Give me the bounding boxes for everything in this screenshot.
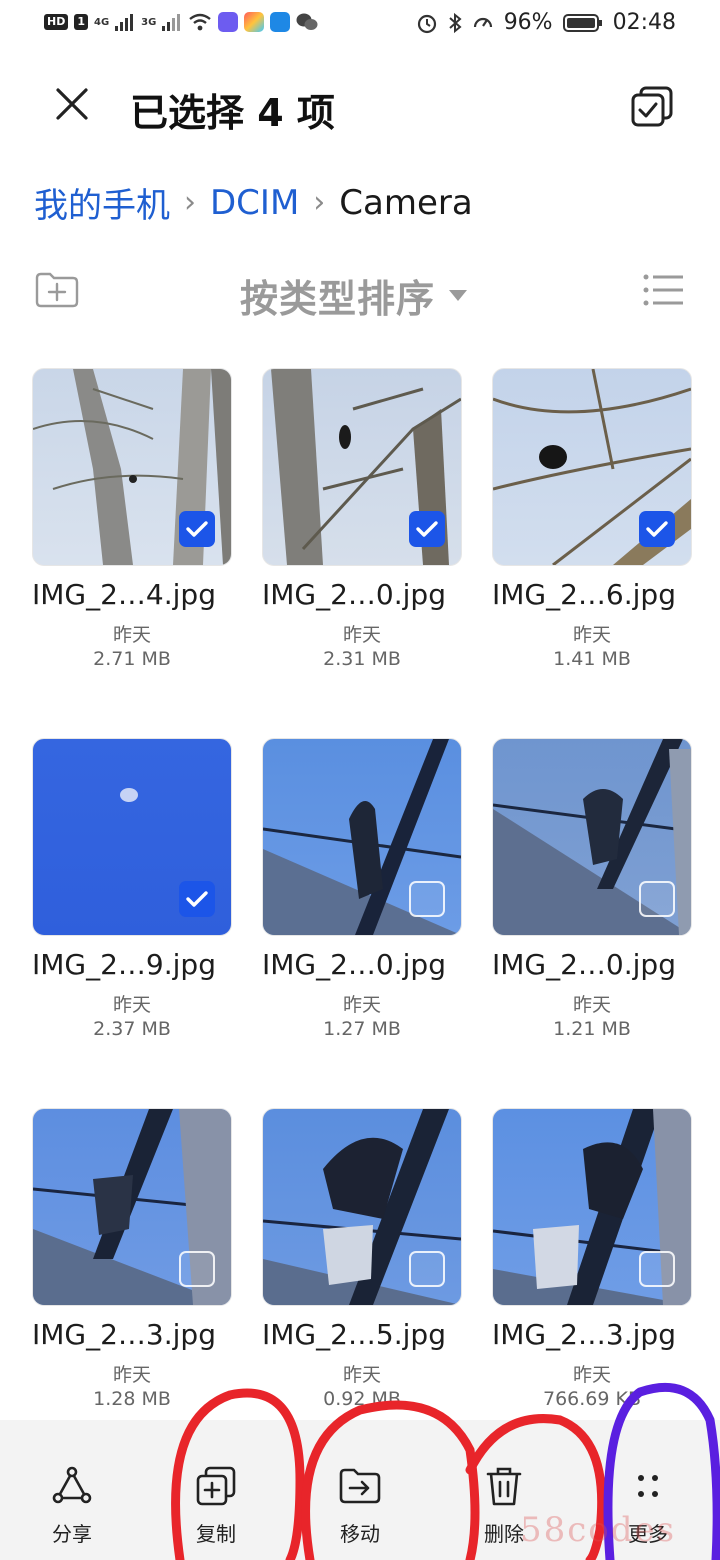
checkbox-unchecked[interactable] (409, 881, 445, 917)
photo-thumbnail[interactable] (32, 368, 232, 566)
file-size: 2.71 MB (93, 648, 171, 670)
more-icon (638, 1475, 658, 1497)
speed-icon (473, 17, 492, 27)
select-all-icon[interactable] (628, 82, 676, 130)
photo-thumbnail[interactable] (492, 368, 692, 566)
trash-icon (486, 1467, 522, 1506)
file-date: 昨天 (112, 994, 151, 1016)
chevron-right-icon: › (184, 185, 196, 220)
hd-indicator: HD (44, 14, 69, 30)
status-bar: HD 1 4G 3G 96% 02:48 (0, 0, 720, 52)
photo-thumbnail[interactable] (262, 1108, 462, 1306)
file-date: 昨天 (342, 994, 381, 1016)
file-date: 昨天 (112, 1364, 151, 1386)
file-size: 2.31 MB (323, 648, 401, 670)
status-left: HD 1 4G 3G (44, 12, 318, 32)
file-date: 昨天 (572, 624, 611, 646)
list-view-icon[interactable] (642, 272, 684, 308)
breadcrumb-dcim[interactable]: DCIM (210, 183, 299, 223)
status-right: 96% 02:48 (416, 10, 676, 35)
caret-down-icon (449, 290, 468, 301)
page-title: 已选择 4 项 (130, 91, 335, 135)
file-date: 昨天 (572, 1364, 611, 1386)
checkbox-unchecked[interactable] (639, 881, 675, 917)
photo-thumbnail[interactable] (492, 1108, 692, 1306)
network-4g-label: 4G (94, 16, 110, 28)
file-date: 昨天 (572, 994, 611, 1016)
wifi-icon (189, 13, 212, 31)
file-name: IMG_2…5.jpg (262, 1318, 446, 1351)
file-size: 0.92 MB (323, 1388, 401, 1410)
file-name: IMG_2…0.jpg (262, 948, 446, 981)
checkbox-checked[interactable] (179, 511, 215, 547)
gallery-app-icon (244, 12, 265, 32)
share-button[interactable]: 分享 (22, 1462, 122, 1547)
checkbox-checked[interactable] (179, 881, 215, 917)
file-name: IMG_2…3.jpg (492, 1318, 676, 1351)
file-size: 2.37 MB (93, 1018, 171, 1040)
file-name: IMG_2…4.jpg (32, 578, 216, 611)
chevron-right-icon: › (313, 185, 326, 220)
copy-icon (196, 1466, 236, 1506)
sort-dropdown[interactable]: 按类型排序 (240, 268, 468, 323)
battery-icon (562, 13, 602, 32)
sim-indicator: 1 (74, 14, 88, 30)
move-label: 移动 (340, 1522, 380, 1546)
file-name: IMG_2…0.jpg (262, 578, 446, 611)
check-icon (186, 891, 208, 907)
file-date: 昨天 (342, 624, 381, 646)
file-size: 1.21 MB (553, 1018, 631, 1040)
music-app-icon (218, 12, 239, 32)
share-icon (52, 1466, 92, 1504)
tips-app-icon (270, 12, 291, 32)
signal-icon (162, 14, 181, 31)
file-name: IMG_2…3.jpg (32, 1318, 216, 1351)
breadcrumb-camera: Camera (339, 182, 473, 223)
alarm-icon (417, 14, 436, 33)
close-icon[interactable] (48, 80, 96, 128)
move-button[interactable]: 移动 (310, 1462, 410, 1547)
wechat-icon (296, 13, 318, 30)
file-name: IMG_2…0.jpg (492, 948, 676, 981)
watermark-text: 58codes (520, 1510, 677, 1550)
check-icon (416, 521, 438, 537)
checkbox-unchecked[interactable] (639, 1251, 675, 1287)
checkbox-checked[interactable] (409, 511, 445, 547)
photo-thumbnail[interactable] (262, 738, 462, 936)
checkbox-unchecked[interactable] (409, 1251, 445, 1287)
signal-icon (115, 14, 134, 31)
photo-thumbnail[interactable] (492, 738, 692, 936)
clock: 02:48 (612, 10, 676, 35)
checkbox-unchecked[interactable] (179, 1251, 215, 1287)
file-date: 昨天 (342, 1364, 381, 1386)
share-label: 分享 (52, 1522, 92, 1546)
bluetooth-icon (449, 12, 462, 33)
selection-header: 已选择 4 项 (0, 60, 720, 156)
file-size: 766.69 KB (542, 1388, 641, 1410)
photo-thumbnail[interactable] (32, 738, 232, 936)
file-name: IMG_2…9.jpg (32, 948, 216, 981)
file-date: 昨天 (112, 624, 151, 646)
check-icon (186, 521, 208, 537)
photo-thumbnail[interactable] (262, 368, 462, 566)
sort-label: 按类型排序 (240, 277, 436, 321)
list-toolbar: 按类型排序 (0, 262, 720, 322)
new-folder-icon[interactable] (34, 270, 80, 310)
photo-thumbnail[interactable] (32, 1108, 232, 1306)
file-name: IMG_2…6.jpg (492, 578, 676, 611)
breadcrumb-my-phone[interactable]: 我的手机 (34, 178, 170, 227)
file-size: 1.41 MB (553, 648, 631, 670)
breadcrumb: 我的手机 › DCIM › Camera (34, 178, 473, 227)
battery-percent: 96% (503, 10, 553, 35)
check-icon (646, 521, 668, 537)
checkbox-checked[interactable] (639, 511, 675, 547)
move-icon (339, 1468, 381, 1504)
network-3g-label: 3G (141, 16, 157, 28)
file-size: 1.27 MB (323, 1018, 401, 1040)
copy-button[interactable]: 复制 (166, 1462, 266, 1547)
file-size: 1.28 MB (93, 1388, 171, 1410)
copy-label: 复制 (196, 1522, 236, 1546)
